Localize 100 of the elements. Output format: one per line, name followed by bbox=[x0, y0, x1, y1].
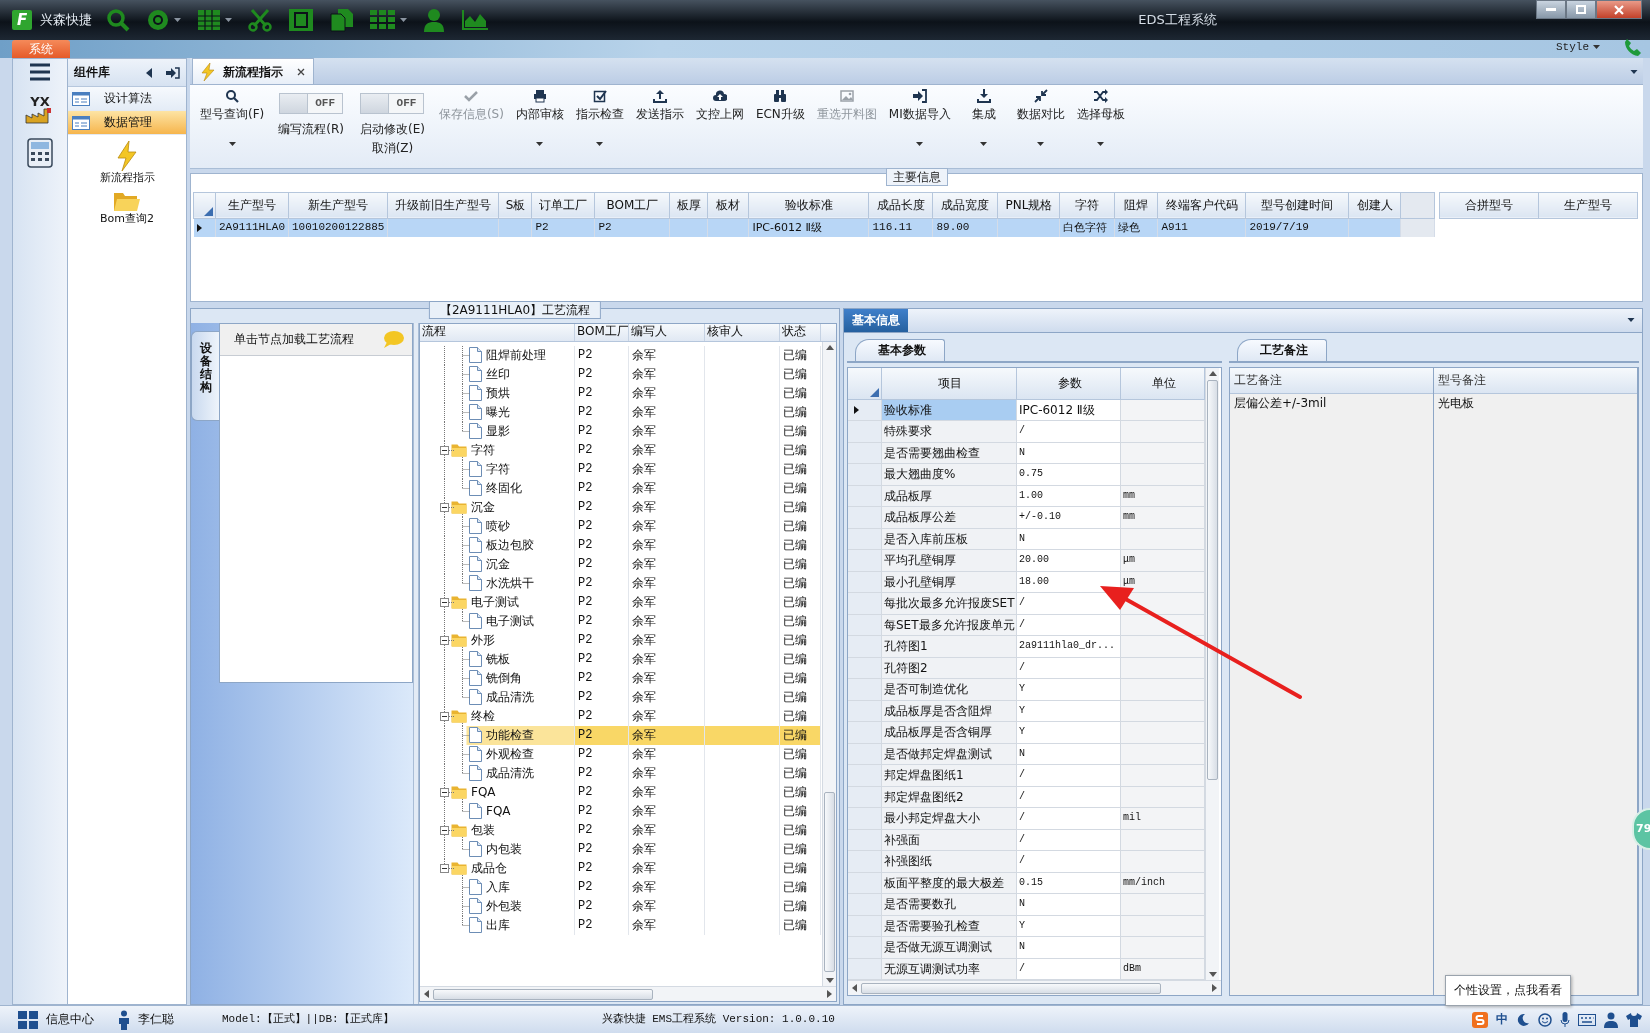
scroll-left-icon[interactable] bbox=[424, 990, 429, 998]
select-all-icon[interactable] bbox=[204, 206, 213, 216]
tree-node[interactable]: 终固化 bbox=[420, 478, 575, 498]
column-header[interactable]: 项目 bbox=[882, 367, 1017, 400]
phone-icon[interactable] bbox=[1624, 38, 1642, 56]
table-cell[interactable]: 孔符图2 bbox=[882, 657, 1017, 679]
column-header[interactable]: 核审人 bbox=[705, 323, 780, 341]
caret-icon[interactable] bbox=[980, 141, 988, 146]
search-icon[interactable] bbox=[106, 8, 130, 32]
table-cell[interactable]: 成品板厚是否含阻焊 bbox=[882, 700, 1017, 722]
tree-node[interactable]: 铣板 bbox=[420, 649, 575, 669]
table-cell[interactable]: 最小邦定焊盘大小 bbox=[882, 808, 1017, 830]
lightning-icon[interactable] bbox=[115, 141, 139, 171]
tree-node[interactable]: 包装 bbox=[420, 820, 575, 840]
keyboard-icon[interactable] bbox=[1578, 1013, 1596, 1026]
document-tab[interactable]: 新流程指示 bbox=[192, 58, 314, 85]
cell-value[interactable]: / bbox=[1019, 425, 1025, 438]
user-icon[interactable] bbox=[1604, 1011, 1618, 1028]
scrollbar-thumb[interactable] bbox=[861, 982, 1161, 994]
scroll-down-icon[interactable] bbox=[825, 978, 834, 983]
scroll-right-icon[interactable] bbox=[1212, 984, 1217, 992]
row-header[interactable] bbox=[848, 399, 882, 421]
tree-node[interactable]: 显影 bbox=[420, 421, 575, 441]
toolbar-button[interactable]: 型号查询(F) bbox=[194, 85, 271, 168]
column-header[interactable]: 生产型号 bbox=[1538, 192, 1638, 219]
table-cell[interactable]: 板面平整度的最大极差 bbox=[882, 872, 1017, 894]
column-header[interactable]: 升级前旧生产型号 bbox=[387, 192, 499, 219]
cell-value[interactable]: 18.00 bbox=[1019, 575, 1049, 588]
tile-label[interactable]: Bom查询2 bbox=[100, 212, 154, 226]
toolbar-button[interactable]: 发送指示 bbox=[629, 85, 690, 168]
cell-value[interactable]: / bbox=[1019, 597, 1025, 610]
toggle-switch[interactable]: OFF 启动修改(E) 取消(Z) bbox=[351, 85, 433, 168]
table-cell[interactable]: 是否需要验孔检查 bbox=[882, 915, 1017, 937]
column-header[interactable]: 参数 bbox=[1017, 367, 1121, 400]
caret-icon[interactable] bbox=[1097, 141, 1105, 146]
collapse-toggle[interactable] bbox=[440, 711, 449, 721]
cell-value[interactable]: / bbox=[1019, 812, 1025, 825]
tree-node[interactable]: 成品仓 bbox=[420, 858, 575, 878]
column-header[interactable]: 流程 bbox=[420, 323, 575, 341]
caret-icon[interactable] bbox=[1593, 45, 1600, 50]
cell-value[interactable]: IPC-6012 Ⅱ级 bbox=[1019, 402, 1095, 417]
tree-node[interactable]: 外形 bbox=[420, 630, 575, 650]
cell-value[interactable]: 0.75 bbox=[1019, 468, 1043, 481]
scissors-icon[interactable] bbox=[248, 8, 272, 32]
cell-value[interactable]: 2a9111hla0_dr... bbox=[1019, 640, 1115, 653]
column-header[interactable]: 板材 bbox=[707, 192, 749, 219]
cell-value[interactable]: / bbox=[1019, 790, 1025, 803]
column-header[interactable]: 订单工厂 bbox=[531, 192, 595, 219]
column-header[interactable]: 生产型号 bbox=[215, 192, 289, 219]
scroll-up-icon[interactable] bbox=[825, 344, 834, 350]
scrollbar-thumb[interactable] bbox=[1207, 379, 1218, 780]
panel-tab[interactable]: 基本信息 bbox=[844, 308, 908, 332]
close-button[interactable] bbox=[1596, 0, 1642, 19]
column-header[interactable]: BOM工厂 bbox=[594, 192, 670, 219]
toolbar-button[interactable]: 集成 bbox=[956, 85, 1011, 168]
sign-in-icon[interactable] bbox=[166, 66, 180, 79]
menu-icon[interactable] bbox=[29, 63, 51, 81]
tree-node[interactable]: 外观检查 bbox=[420, 744, 575, 764]
tree-node[interactable]: 出库 bbox=[420, 915, 575, 935]
minimize-button[interactable] bbox=[1536, 0, 1566, 19]
tree-node[interactable]: 电子测试 bbox=[420, 611, 575, 631]
tab[interactable]: 基本参数 bbox=[855, 338, 945, 361]
column-header[interactable]: 状态 bbox=[780, 323, 821, 341]
toggle-switch[interactable]: OFF 编写流程(R) bbox=[270, 85, 352, 168]
toolbar-button[interactable]: 内部审核 bbox=[509, 85, 570, 168]
smiley-icon[interactable] bbox=[1538, 1012, 1552, 1027]
cell-value[interactable]: Y bbox=[1019, 704, 1025, 717]
close-icon[interactable] bbox=[297, 67, 305, 76]
column-header[interactable]: 板厚 bbox=[669, 192, 708, 219]
scrollbar-thumb[interactable] bbox=[433, 988, 653, 1000]
tree-node[interactable]: FQA bbox=[420, 801, 575, 821]
microphone-icon[interactable] bbox=[1560, 1011, 1570, 1028]
column-header[interactable]: 单位 bbox=[1121, 367, 1205, 400]
column-header[interactable]: 字符 bbox=[1059, 192, 1115, 219]
table-cell[interactable]: 邦定焊盘图纸1 bbox=[882, 765, 1017, 787]
cell-value[interactable]: 1.00 bbox=[1019, 489, 1043, 502]
scroll-up-icon[interactable] bbox=[1208, 370, 1217, 376]
column-header[interactable]: 新生产型号 bbox=[288, 192, 388, 219]
cell-value[interactable]: / bbox=[1019, 661, 1025, 674]
table-cell[interactable]: 是否可制造优化 bbox=[882, 679, 1017, 701]
scroll-left-icon[interactable] bbox=[852, 984, 857, 992]
caret-icon[interactable] bbox=[225, 18, 232, 22]
scrollbar[interactable] bbox=[848, 980, 1221, 995]
tree-node[interactable]: FQA bbox=[420, 782, 575, 802]
scrollbar-thumb[interactable] bbox=[824, 792, 835, 972]
caret-icon[interactable] bbox=[174, 18, 181, 22]
table-cell[interactable]: 平均孔壁铜厚 bbox=[882, 550, 1017, 572]
collapse-toggle[interactable] bbox=[440, 787, 449, 797]
column-header[interactable]: PNL规格 bbox=[997, 192, 1060, 219]
toolbar-button[interactable]: 指示检查 bbox=[569, 85, 630, 168]
tab[interactable]: 工艺备注 bbox=[1237, 338, 1327, 361]
cell-value[interactable]: / bbox=[1019, 833, 1025, 846]
column-header[interactable]: 成品宽度 bbox=[932, 192, 998, 219]
column-header[interactable]: 创建人 bbox=[1348, 192, 1401, 219]
column-header[interactable]: 验收标准 bbox=[748, 192, 869, 219]
tile-label[interactable]: 新流程指示 bbox=[99, 171, 155, 185]
cell-value[interactable]: N bbox=[1019, 898, 1025, 911]
cell-value[interactable]: / bbox=[1019, 962, 1025, 975]
table-cell[interactable]: 是否入库前压板 bbox=[882, 528, 1017, 550]
collapse-toggle[interactable] bbox=[440, 597, 449, 607]
